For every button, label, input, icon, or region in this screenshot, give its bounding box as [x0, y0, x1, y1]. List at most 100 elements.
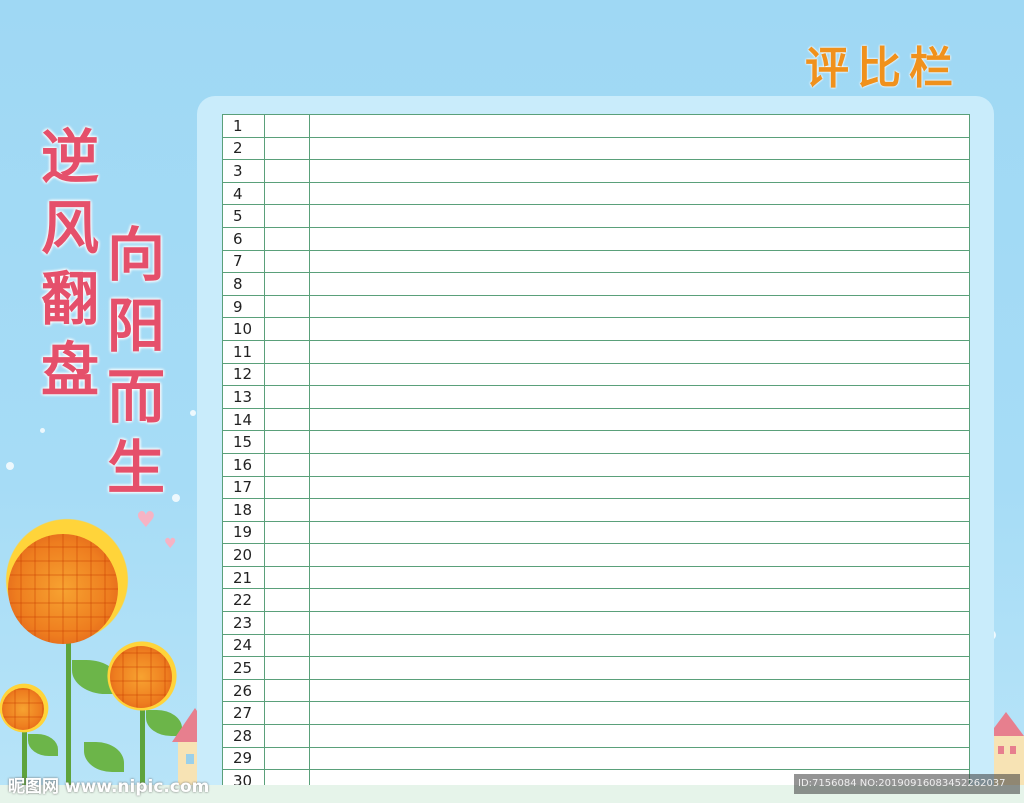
score-cell[interactable]	[309, 136, 970, 161]
score-cell[interactable]	[309, 159, 970, 183]
table-row: 27	[222, 701, 970, 726]
table-row: 10	[222, 317, 970, 341]
row-number: 22	[222, 588, 265, 613]
row-number: 9	[222, 294, 265, 319]
table-row: 28	[222, 724, 970, 748]
name-cell[interactable]	[264, 633, 310, 658]
score-cell[interactable]	[309, 633, 970, 658]
slogan-char: 而	[106, 363, 165, 431]
rating-table: 1 2 3 4 5 6 7 8 9 10 11 12 13 14 15 16 17 18 19 20 21 22 23 24 2…	[222, 114, 970, 793]
slogan-char: 向	[106, 221, 165, 289]
name-cell[interactable]	[264, 204, 310, 228]
score-cell[interactable]	[309, 204, 970, 228]
row-number: 15	[222, 430, 265, 454]
row-number: 5	[222, 204, 265, 228]
score-cell[interactable]	[309, 475, 970, 500]
score-cell[interactable]	[309, 656, 970, 680]
name-cell[interactable]	[264, 294, 310, 319]
name-cell[interactable]	[264, 520, 310, 545]
row-number: 16	[222, 452, 265, 477]
table-row: 8	[222, 272, 970, 296]
table-row: 15	[222, 430, 970, 454]
score-cell[interactable]	[309, 226, 970, 251]
score-cell[interactable]	[309, 565, 970, 590]
row-number: 2	[222, 136, 265, 161]
score-cell[interactable]	[309, 724, 970, 748]
row-number: 8	[222, 272, 265, 296]
name-cell[interactable]	[264, 543, 310, 567]
table-row: 17	[222, 475, 970, 500]
name-cell[interactable]	[264, 724, 310, 748]
score-cell[interactable]	[309, 249, 970, 274]
row-number: 21	[222, 565, 265, 590]
score-cell[interactable]	[309, 588, 970, 613]
score-cell[interactable]	[309, 701, 970, 726]
name-cell[interactable]	[264, 588, 310, 613]
table-row: 18	[222, 498, 970, 522]
score-cell[interactable]	[309, 114, 970, 138]
row-number: 25	[222, 656, 265, 680]
name-cell[interactable]	[264, 226, 310, 251]
name-cell[interactable]	[264, 181, 310, 206]
row-number: 27	[222, 701, 265, 726]
slogan-column-1: 逆 风 翻 盘	[38, 122, 102, 406]
row-number: 19	[222, 520, 265, 545]
name-cell[interactable]	[264, 362, 310, 387]
sparkle-icon	[40, 428, 45, 433]
row-number: 26	[222, 678, 265, 703]
table-row: 6	[222, 226, 970, 251]
score-cell[interactable]	[309, 317, 970, 341]
sparkle-icon	[6, 462, 14, 470]
row-number: 11	[222, 339, 265, 364]
table-row: 20	[222, 543, 970, 567]
name-cell[interactable]	[264, 385, 310, 409]
score-cell[interactable]	[309, 407, 970, 432]
score-cell[interactable]	[309, 611, 970, 635]
score-cell[interactable]	[309, 339, 970, 364]
name-cell[interactable]	[264, 272, 310, 296]
score-cell[interactable]	[309, 430, 970, 454]
row-number: 3	[222, 159, 265, 183]
slogan-char: 风	[40, 194, 99, 262]
name-cell[interactable]	[264, 339, 310, 364]
score-cell[interactable]	[309, 678, 970, 703]
score-cell[interactable]	[309, 272, 970, 296]
name-cell[interactable]	[264, 498, 310, 522]
name-cell[interactable]	[264, 611, 310, 635]
row-number: 4	[222, 181, 265, 206]
name-cell[interactable]	[264, 114, 310, 138]
score-cell[interactable]	[309, 746, 970, 771]
table-row: 19	[222, 520, 970, 545]
row-number: 14	[222, 407, 265, 432]
score-cell[interactable]	[309, 520, 970, 545]
score-cell[interactable]	[309, 362, 970, 387]
score-cell[interactable]	[309, 543, 970, 567]
name-cell[interactable]	[264, 565, 310, 590]
name-cell[interactable]	[264, 430, 310, 454]
table-row: 16	[222, 452, 970, 477]
row-number: 12	[222, 362, 265, 387]
score-cell[interactable]	[309, 452, 970, 477]
name-cell[interactable]	[264, 656, 310, 680]
name-cell[interactable]	[264, 407, 310, 432]
name-cell[interactable]	[264, 136, 310, 161]
score-cell[interactable]	[309, 294, 970, 319]
table-row: 21	[222, 565, 970, 590]
name-cell[interactable]	[264, 475, 310, 500]
score-cell[interactable]	[309, 498, 970, 522]
row-number: 24	[222, 633, 265, 658]
slogan-char: 盘	[40, 336, 99, 404]
score-cell[interactable]	[309, 385, 970, 409]
name-cell[interactable]	[264, 249, 310, 274]
name-cell[interactable]	[264, 159, 310, 183]
table-row: 26	[222, 678, 970, 703]
row-number: 23	[222, 611, 265, 635]
name-cell[interactable]	[264, 452, 310, 477]
name-cell[interactable]	[264, 746, 310, 771]
name-cell[interactable]	[264, 678, 310, 703]
name-cell[interactable]	[264, 701, 310, 726]
table-row: 5	[222, 204, 970, 228]
score-cell[interactable]	[309, 181, 970, 206]
sunflower-icon	[0, 676, 54, 740]
name-cell[interactable]	[264, 317, 310, 341]
